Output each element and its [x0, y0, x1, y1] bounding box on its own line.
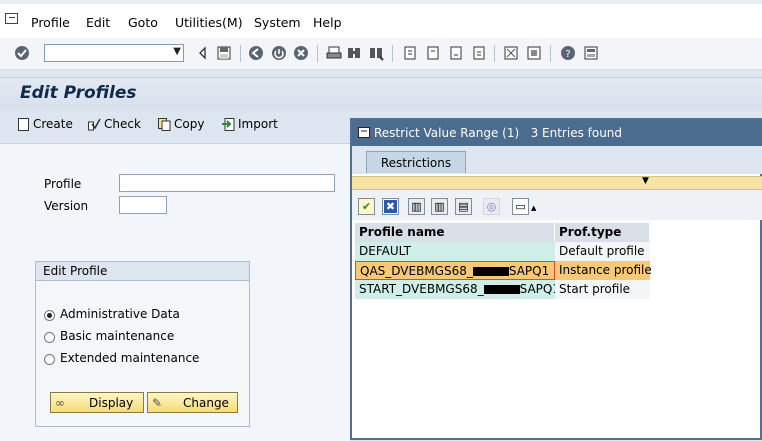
settings-icon[interactable]: ▤	[455, 198, 472, 215]
check-icon	[88, 118, 101, 130]
popup-toolbar: ✔ ✖ ▥ ▥ ▤ ◎ ▭ ▲	[352, 190, 762, 220]
table-row[interactable]: QAS_DVEBMGS68_ SAPQ1 Instance profile	[355, 261, 652, 280]
print-icon[interactable]: ▭	[512, 198, 529, 215]
first-page-icon[interactable]	[402, 45, 418, 61]
find-icon[interactable]: ▥	[408, 198, 425, 215]
exit-icon[interactable]	[271, 45, 287, 61]
table-row[interactable]: DEFAULT Default profile	[355, 242, 650, 261]
last-page-icon[interactable]	[471, 45, 487, 61]
check-label: Check	[104, 117, 141, 131]
profile-name-suffix: SAPQ1	[508, 264, 550, 278]
layout-menu-icon[interactable]	[583, 45, 599, 61]
tab-restrictions[interactable]: Restrictions	[366, 151, 466, 173]
back-arrow-icon[interactable]	[195, 45, 211, 61]
administrative-data-label: Administrative Data	[60, 307, 180, 321]
help-icon[interactable]: ?	[560, 45, 576, 61]
menu-utilities[interactable]: Utilities(M)	[175, 15, 243, 30]
enter-icon[interactable]	[14, 45, 30, 61]
pencil-icon: ✎	[152, 396, 163, 410]
check-button[interactable]: Check	[88, 117, 141, 131]
window-icon	[358, 127, 370, 138]
change-button[interactable]: ✎ Change	[147, 392, 238, 413]
value-help-popup: Restrict Value Range (1) 3 Entries found…	[350, 118, 762, 440]
edit-profile-group: Edit Profile Administrative Data Basic m…	[35, 261, 250, 427]
popup-tab-area: Restrictions	[352, 146, 762, 174]
standard-toolbar: ▼ ?	[0, 38, 762, 70]
version-label: Version	[44, 199, 89, 213]
page-title: Edit Profiles	[20, 83, 137, 103]
close-icon[interactable]: ✖	[382, 198, 399, 215]
title-bar: Edit Profiles	[0, 77, 762, 111]
profile-name-text: QAS_DVEBMGS68_	[360, 264, 473, 278]
find-next-icon[interactable]: ▥	[431, 198, 448, 215]
restrictions-toggle-bar[interactable]: ▼	[352, 176, 762, 190]
profile-name-text: DEFAULT	[359, 244, 411, 258]
cancel-icon[interactable]	[293, 45, 309, 61]
menu-system[interactable]: System	[254, 15, 301, 30]
profile-name-cell[interactable]: START_DVEBMGS68_ SAPQ1	[355, 280, 560, 299]
import-button[interactable]: Import	[222, 117, 278, 131]
menu-help[interactable]: Help	[313, 15, 342, 30]
menu-goto[interactable]: Goto	[128, 15, 158, 30]
change-label: Change	[183, 396, 229, 410]
create-label: Create	[33, 117, 73, 131]
chevron-down-icon[interactable]: ▼	[173, 46, 181, 57]
profile-name-cell[interactable]: QAS_DVEBMGS68_ SAPQ1	[355, 261, 555, 280]
column-header-profile-name[interactable]: Profile name	[355, 223, 555, 242]
import-icon	[222, 117, 235, 131]
popup-title: Restrict Value Range (1) 3 Entries found	[374, 126, 623, 140]
radio-administrative-data[interactable]	[44, 310, 55, 321]
prof-type-cell[interactable]: Instance profile	[555, 261, 652, 280]
import-label: Import	[238, 117, 278, 131]
find-icon[interactable]	[346, 45, 362, 61]
create-button[interactable]: Create	[17, 117, 73, 131]
expand-triangle-icon[interactable]: ▼	[642, 176, 649, 186]
personal-value-list-icon[interactable]: ◎	[483, 198, 500, 215]
profile-label: Profile	[44, 177, 82, 191]
glasses-icon: ∞	[55, 396, 65, 410]
group-title: Edit Profile	[43, 264, 108, 278]
back-icon[interactable]	[248, 45, 264, 61]
prof-type-cell[interactable]: Start profile	[555, 280, 650, 299]
print-icon[interactable]	[326, 45, 342, 61]
column-header-prof-type[interactable]: Prof.type	[555, 223, 650, 242]
profile-input[interactable]	[119, 174, 335, 192]
profile-name-cell[interactable]: DEFAULT	[355, 242, 555, 261]
command-field[interactable]: ▼	[44, 44, 184, 62]
radio-basic-maintenance[interactable]	[44, 332, 55, 343]
radio-extended-maintenance[interactable]	[44, 354, 55, 365]
redaction-bar	[472, 267, 509, 276]
confirm-check-icon[interactable]: ✔	[358, 198, 375, 215]
previous-page-icon[interactable]	[425, 45, 441, 61]
dropdown-arrow-icon[interactable]: ▲	[531, 204, 536, 212]
profile-name-suffix: SAPQ1	[519, 282, 560, 296]
next-page-icon[interactable]	[448, 45, 464, 61]
save-icon[interactable]	[216, 45, 232, 61]
copy-label: Copy	[174, 117, 205, 131]
basic-maintenance-label: Basic maintenance	[60, 329, 175, 343]
new-session-icon[interactable]	[503, 45, 519, 61]
redaction-bar	[483, 285, 520, 294]
shortcut-icon[interactable]	[526, 45, 542, 61]
prof-type-cell[interactable]: Default profile	[555, 242, 650, 261]
system-menu-icon[interactable]	[5, 13, 18, 24]
profile-name-text: START_DVEBMGS68_	[359, 282, 484, 296]
popup-titlebar: Restrict Value Range (1) 3 Entries found	[352, 120, 762, 146]
svg-text:?: ?	[565, 49, 570, 60]
menu-edit[interactable]: Edit	[86, 15, 110, 30]
group-header: Edit Profile	[36, 262, 249, 281]
copy-icon	[158, 117, 171, 131]
find-next-icon[interactable]	[368, 45, 384, 61]
table-row[interactable]: START_DVEBMGS68_ SAPQ1 Start profile	[355, 280, 650, 299]
version-input[interactable]	[119, 196, 167, 214]
menu-profile[interactable]: Profile	[31, 15, 70, 30]
display-button[interactable]: ∞ Display	[50, 392, 144, 413]
display-label: Display	[89, 396, 134, 410]
copy-button[interactable]: Copy	[158, 117, 204, 131]
extended-maintenance-label: Extended maintenance	[60, 351, 200, 365]
create-icon	[18, 117, 29, 131]
